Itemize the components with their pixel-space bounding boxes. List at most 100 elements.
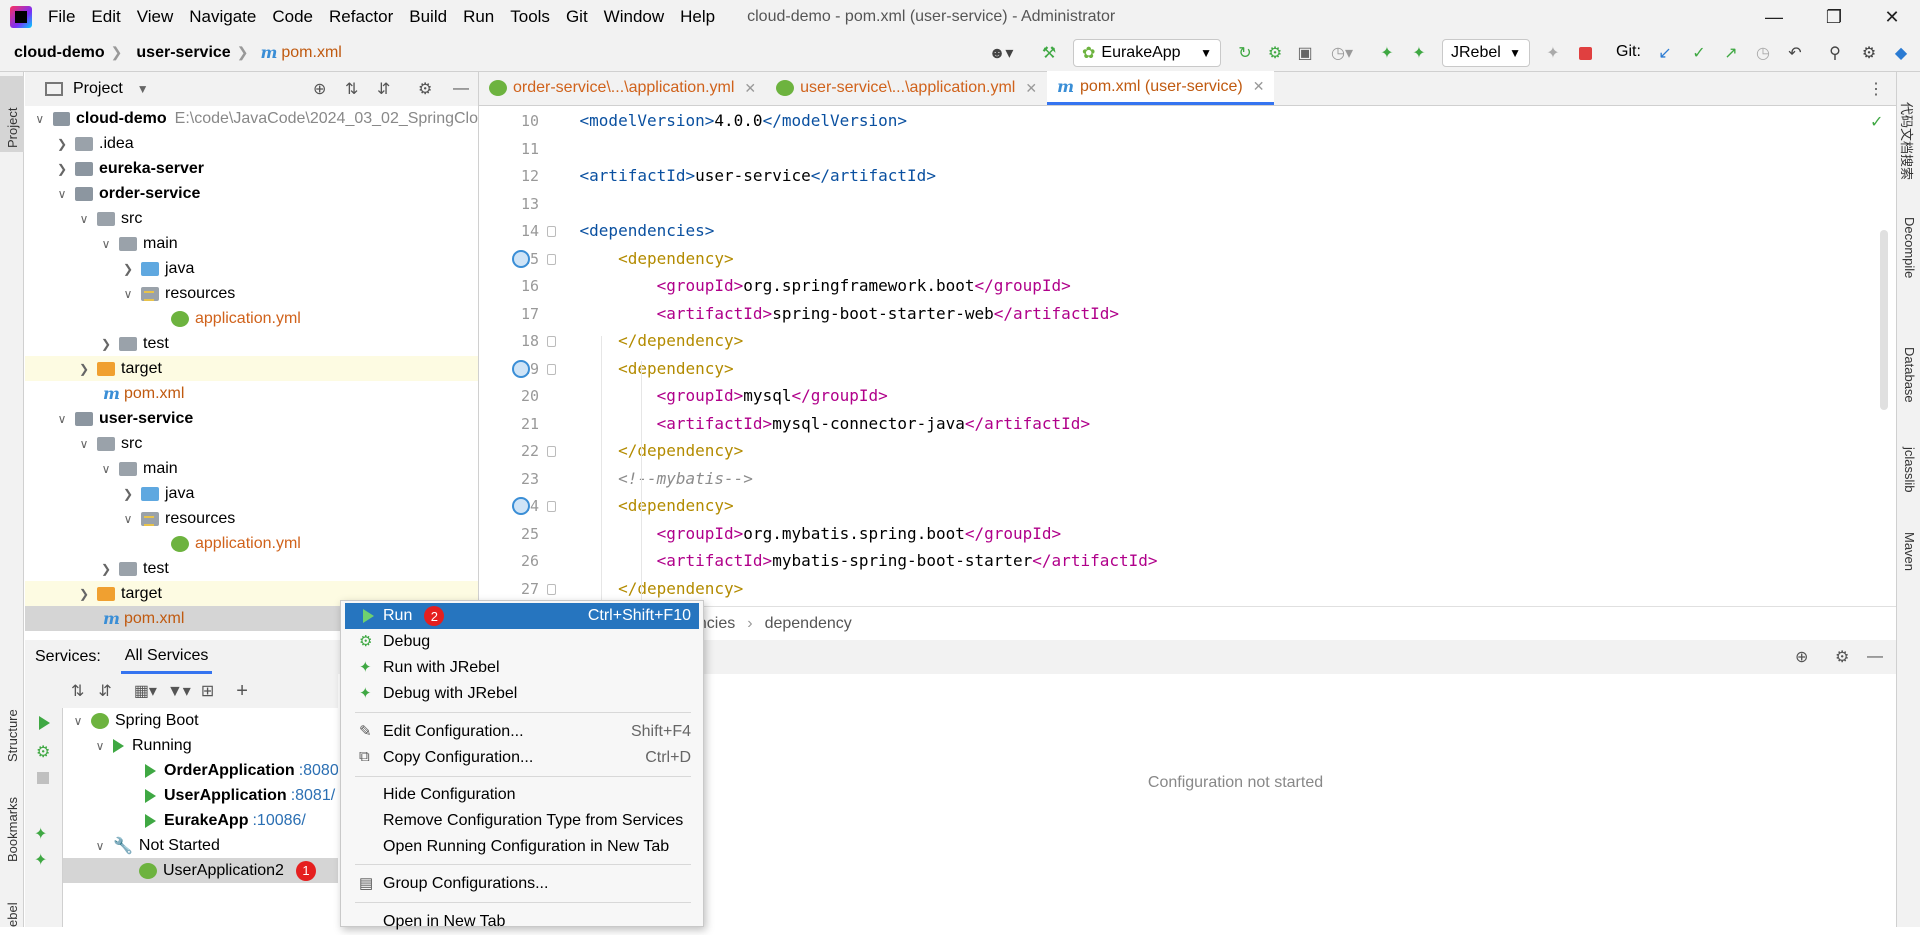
menu-refactor[interactable]: Refactor: [321, 0, 401, 34]
tab-pom-xml[interactable]: m pom.xml (user-service) ✕: [1047, 71, 1275, 105]
expand-all-icon[interactable]: ⇅: [345, 79, 358, 99]
chevron-down-icon[interactable]: ∨: [121, 287, 135, 301]
settings-gear-icon[interactable]: ⚙: [1856, 39, 1882, 67]
menu-item-hide-configuration[interactable]: Hide Configuration: [345, 782, 699, 808]
expand-all-icon[interactable]: ⇅: [71, 681, 84, 701]
menu-edit[interactable]: Edit: [83, 0, 128, 34]
settings-gear-icon[interactable]: ⚙: [1835, 647, 1849, 667]
tool-window-structure[interactable]: Structure: [5, 709, 20, 762]
git-commit-icon[interactable]: ✓: [1686, 39, 1712, 67]
menu-item-run[interactable]: Run 2 Ctrl+Shift+F10: [345, 603, 699, 629]
git-push-icon[interactable]: ↗: [1718, 39, 1744, 67]
tree-item-cloud-demo[interactable]: ∨ cloud-demo E:\code\JavaCode\2024_03_02_…: [25, 106, 478, 131]
jrebel-select[interactable]: JRebel ▼: [1442, 39, 1530, 67]
menu-item-group-configurations[interactable]: ▤ Group Configurations...: [345, 871, 699, 897]
tree-item-java[interactable]: ❯ java: [25, 481, 478, 506]
maven-dependency-icon[interactable]: [512, 497, 530, 515]
maven-dependency-icon[interactable]: [512, 249, 530, 268]
hide-panel-icon[interactable]: —: [453, 80, 469, 98]
debug-bug-icon[interactable]: ⚙: [36, 742, 50, 762]
settings-gear-icon[interactable]: ⚙: [418, 79, 432, 99]
tool-window-jrebel[interactable]: ebel: [5, 902, 20, 927]
restore-icon[interactable]: ❐: [1806, 0, 1862, 34]
service-group-not-started[interactable]: ∨ 🔧 Not Started: [63, 833, 338, 858]
chevron-down-icon[interactable]: ∨: [77, 437, 91, 451]
menu-item-copy-configuration[interactable]: ⧉ Copy Configuration... Ctrl+D: [345, 745, 699, 771]
menu-build[interactable]: Build: [401, 0, 455, 34]
close-icon[interactable]: ✕: [1864, 0, 1920, 34]
chevron-right-icon[interactable]: ❯: [99, 337, 113, 351]
chevron-right-icon[interactable]: ❯: [121, 487, 135, 501]
close-tab-icon[interactable]: ✕: [1253, 78, 1265, 95]
close-tab-icon[interactable]: ✕: [1025, 80, 1037, 97]
service-port-link[interactable]: :8080/: [299, 762, 338, 780]
service-port-link[interactable]: :10086/: [252, 812, 305, 830]
chevron-right-icon[interactable]: ❯: [55, 137, 69, 151]
no-problems-check-icon[interactable]: ✓: [1870, 112, 1883, 132]
menu-navigate[interactable]: Navigate: [181, 0, 264, 34]
chevron-right-icon[interactable]: ❯: [55, 162, 69, 176]
minimize-icon[interactable]: —: [1746, 0, 1802, 34]
tool-window-bookmarks[interactable]: Bookmarks: [5, 797, 20, 862]
chevron-down-icon[interactable]: ∨: [121, 512, 135, 526]
menu-item-edit-configuration[interactable]: ✎ Edit Configuration... Shift+F4: [345, 719, 699, 745]
run-config-select[interactable]: ✿ EurakeApp ▼: [1073, 39, 1221, 67]
editor-scrollbar[interactable]: [1880, 230, 1888, 410]
jrebel-debug-icon[interactable]: ✦: [1406, 39, 1432, 67]
menu-tools[interactable]: Tools: [502, 0, 558, 34]
tree-item-user-service[interactable]: ∨ user-service: [25, 406, 478, 431]
menu-view[interactable]: View: [129, 0, 182, 34]
tree-item-order-service[interactable]: ∨ order-service: [25, 181, 478, 206]
chevron-down-icon[interactable]: ∨: [93, 739, 107, 753]
git-update-icon[interactable]: ↙: [1652, 39, 1678, 67]
debug-bug-icon[interactable]: ⚙: [1262, 39, 1288, 67]
search-icon[interactable]: ⚲: [1822, 39, 1848, 67]
stop-icon[interactable]: [1572, 39, 1598, 67]
menu-item-open-running-config-new-tab[interactable]: Open Running Configuration in New Tab: [345, 834, 699, 860]
chevron-down-icon[interactable]: ∨: [71, 714, 85, 728]
chevron-down-icon[interactable]: ∨: [55, 187, 69, 201]
tab-user-service-yml[interactable]: user-service\...\application.yml ✕: [766, 71, 1047, 105]
rollback-icon[interactable]: ↶: [1782, 39, 1808, 67]
chevron-down-icon[interactable]: ∨: [93, 839, 107, 853]
git-history-icon[interactable]: ◷: [1750, 39, 1776, 67]
service-order-application[interactable]: OrderApplication :8080/: [63, 758, 338, 783]
tree-item-pom-xml[interactable]: m pom.xml: [25, 381, 478, 406]
tree-item-resources[interactable]: ∨ resources: [25, 506, 478, 531]
menu-window[interactable]: Window: [596, 0, 672, 34]
run-icon[interactable]: [39, 716, 50, 730]
menu-git[interactable]: Git: [558, 0, 596, 34]
tree-item-main[interactable]: ∨ main: [25, 231, 478, 256]
chevron-down-icon[interactable]: ∨: [99, 237, 113, 251]
tool-window-decompile[interactable]: Decompile: [1902, 217, 1917, 278]
collapse-all-icon[interactable]: ⇵: [98, 681, 111, 701]
locate-target-icon[interactable]: ⊕: [313, 79, 326, 99]
jrebel-run-icon[interactable]: ✦: [1374, 39, 1400, 67]
service-user-application2-selected[interactable]: UserApplication2 1: [63, 858, 338, 883]
group-by-icon[interactable]: ▦▾: [134, 681, 157, 701]
breadcrumb-project[interactable]: cloud-demo: [0, 44, 111, 62]
menu-item-debug[interactable]: ⚙ Debug: [345, 629, 699, 655]
tool-window-database[interactable]: Database: [1902, 347, 1917, 403]
breadcrumb-module[interactable]: user-service: [122, 44, 236, 62]
chevron-right-icon[interactable]: ❯: [99, 562, 113, 576]
tree-item-target[interactable]: ❯ target: [25, 356, 478, 381]
breadcrumb-file[interactable]: pom.xml: [281, 44, 341, 62]
more-tabs-icon[interactable]: ⋮: [1868, 79, 1884, 99]
tab-order-service-yml[interactable]: order-service\...\application.yml ✕: [479, 71, 766, 105]
service-group-running[interactable]: ∨ Running: [63, 733, 338, 758]
menu-item-run-jrebel[interactable]: ✦ Run with JRebel: [345, 655, 699, 681]
chevron-down-icon[interactable]: ∨: [55, 412, 69, 426]
tree-item-test[interactable]: ❯ test: [25, 556, 478, 581]
tree-item-src[interactable]: ∨ src: [25, 206, 478, 231]
collapse-all-icon[interactable]: ⇵: [377, 79, 390, 99]
maven-dependency-icon[interactable]: [512, 359, 530, 378]
coverage-icon[interactable]: ▣: [1292, 39, 1318, 67]
locate-target-icon[interactable]: ⊕: [1795, 647, 1808, 667]
tool-window-project[interactable]: Project: [5, 108, 20, 148]
chevron-down-icon[interactable]: ∨: [77, 212, 91, 226]
chevron-down-icon[interactable]: ▼: [137, 82, 149, 96]
tool-window-maven[interactable]: Maven: [1902, 532, 1917, 571]
rerun-icon[interactable]: ↻: [1232, 39, 1258, 67]
menu-help[interactable]: Help: [672, 0, 723, 34]
